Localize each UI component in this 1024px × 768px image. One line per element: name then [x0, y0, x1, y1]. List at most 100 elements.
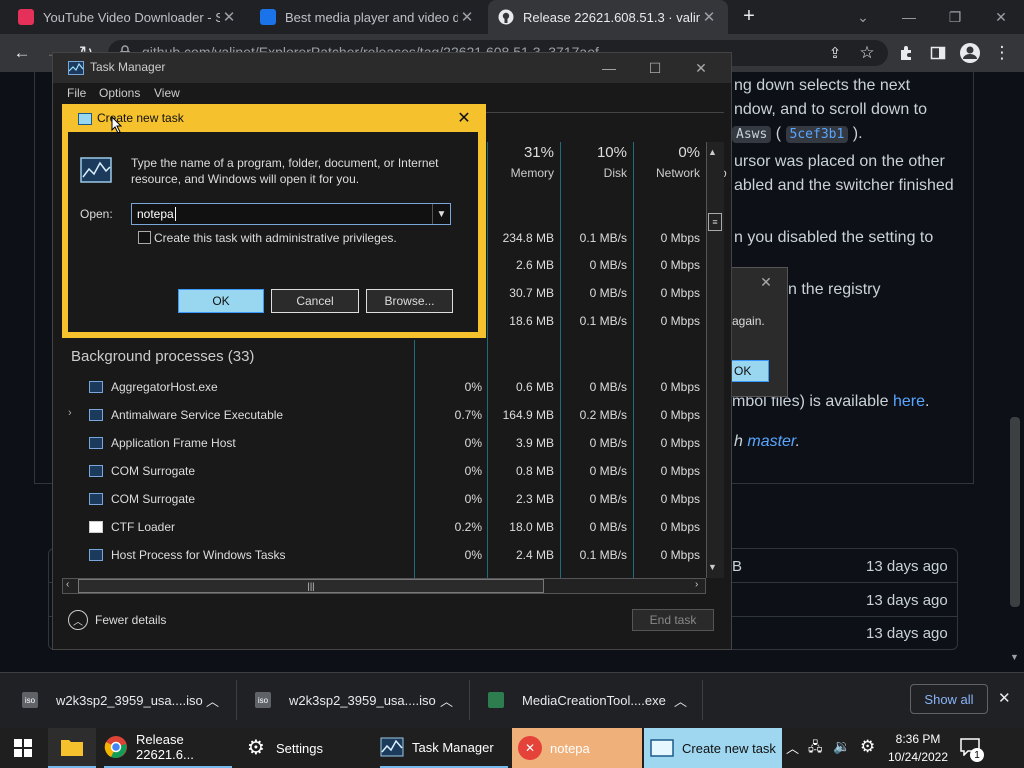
admin-privileges-label: Create this task with administrative pri… — [154, 231, 397, 245]
close-window-button[interactable]: ✕ — [978, 0, 1024, 34]
tab-search-chevron-icon[interactable]: ⌄ — [840, 0, 886, 34]
process-name[interactable]: COM Surrogate — [89, 464, 195, 478]
process-icon — [89, 437, 103, 449]
chrome-menu-icon[interactable]: ⋮ — [990, 41, 1014, 65]
tm-close-button[interactable]: ✕ — [678, 53, 724, 83]
browser-tab-youtube-downloader[interactable]: YouTube Video Downloader - SSY ✕ — [8, 0, 248, 34]
close-icon[interactable]: ✕ — [220, 8, 238, 26]
chevron-up-icon[interactable]: ︿ — [674, 691, 687, 710]
process-memory: 0.8 MB — [515, 464, 554, 478]
task-manager-taskbar-button[interactable]: Task Manager — [380, 728, 508, 768]
process-cpu: 0% — [464, 436, 482, 450]
new-tab-button[interactable]: + — [738, 5, 760, 29]
menu-options[interactable]: Options — [99, 86, 140, 100]
ok-button[interactable]: OK — [178, 289, 264, 313]
column-header-memory[interactable]: Memory — [490, 166, 554, 180]
commit-hash-link[interactable]: 5cef3b1 — [785, 126, 849, 143]
admin-privileges-checkbox[interactable] — [138, 231, 151, 244]
release-notes-line: ursor was placed on the other — [734, 153, 945, 170]
expand-chevron-icon[interactable]: › — [68, 407, 72, 419]
show-all-downloads-button[interactable]: Show all — [910, 684, 988, 714]
chevron-up-icon[interactable]: ︿ — [206, 691, 219, 710]
settings-gear-icon[interactable]: ⚙ — [860, 737, 875, 757]
network-icon[interactable]: 🖧 — [808, 738, 826, 756]
restore-button[interactable]: ❐ — [932, 0, 978, 34]
browser-tab-release[interactable]: Release 22621.608.51.3 · valinet/E ✕ — [488, 0, 728, 34]
download-item[interactable]: MediaCreationTool....exe ︿ — [488, 684, 698, 716]
process-disk: 0 MB/s — [589, 380, 627, 394]
process-name[interactable]: AggregatorHost.exe — [89, 380, 218, 394]
message-box-ok-button[interactable]: OK — [731, 360, 769, 382]
column-header-network[interactable]: Network — [636, 166, 700, 180]
clock-date[interactable]: 10/24/2022 — [884, 750, 952, 764]
column-header-disk[interactable]: Disk — [563, 166, 627, 180]
scroll-down-arrow-icon[interactable]: ▼ — [708, 562, 717, 572]
row-network: 0 Mbps — [660, 286, 700, 300]
process-name[interactable]: CTF Loader — [89, 520, 175, 534]
menu-file[interactable]: File — [67, 86, 86, 100]
minimize-button[interactable]: — — [886, 0, 932, 34]
chrome-taskbar-button[interactable]: Release 22621.6... — [104, 728, 232, 768]
share-icon[interactable]: ⇪ — [823, 41, 847, 65]
cancel-button[interactable]: Cancel — [271, 289, 359, 313]
close-shelf-icon[interactable]: ✕ — [998, 689, 1011, 707]
process-name[interactable]: Antimalware Service Executable — [89, 408, 283, 422]
tm-minimize-button[interactable]: — — [586, 53, 632, 83]
side-panel-icon[interactable] — [926, 41, 950, 65]
scroll-left-arrow-icon[interactable]: ‹ — [66, 579, 69, 590]
process-cpu: 0% — [464, 548, 482, 562]
scroll-up-arrow-icon[interactable]: ▲ — [708, 147, 717, 157]
windows-start-icon[interactable] — [14, 739, 32, 757]
menu-view[interactable]: View — [154, 86, 180, 100]
process-network: 0 Mbps — [660, 464, 700, 478]
release-notes-line: n you disabled the setting to — [734, 229, 934, 246]
file-explorer-taskbar-button[interactable] — [48, 728, 96, 768]
volume-icon[interactable]: 🔉 — [833, 738, 850, 755]
iso-file-icon: iso — [22, 692, 38, 708]
back-arrow-icon[interactable]: ← — [10, 41, 34, 65]
scroll-right-arrow-icon[interactable]: › — [695, 579, 698, 590]
profile-avatar-icon[interactable] — [958, 41, 982, 65]
background-processes-heading: Background processes (33) — [71, 348, 255, 365]
browser-tab-media-player[interactable]: Best media player and video dow ✕ — [250, 0, 486, 34]
code-span: Asws — [732, 126, 772, 143]
download-item[interactable]: iso w2k3sp2_3959_usa....iso ︿ — [22, 684, 232, 716]
horizontal-scroll-thumb[interactable]: ||| — [78, 579, 544, 593]
open-dropdown-chevron-icon[interactable]: ▼ — [432, 204, 450, 224]
vertical-scroll-thumb[interactable]: ≡ — [708, 213, 722, 231]
fewer-details-button[interactable]: ︿ Fewer details — [68, 610, 166, 630]
scroll-down-arrow-icon[interactable]: ▼ — [1010, 652, 1019, 662]
tm-maximize-button[interactable]: ☐ — [632, 53, 678, 83]
close-icon[interactable]: ✕ — [700, 8, 718, 26]
notification-count-badge: 1 — [970, 748, 984, 762]
chevron-up-icon[interactable]: ︿ — [440, 691, 453, 710]
close-icon[interactable]: ✕ — [458, 8, 476, 26]
here-link[interactable]: here — [893, 393, 925, 410]
asset-date: 13 days ago — [866, 558, 948, 575]
page-scrollbar[interactable] — [1010, 417, 1020, 607]
process-memory: 2.3 MB — [515, 492, 554, 506]
process-memory: 0.6 MB — [515, 380, 554, 394]
browse-button[interactable]: Browse... — [366, 289, 453, 313]
dialog-close-button[interactable]: ✕ — [449, 106, 479, 130]
show-hidden-icons-chevron-icon[interactable]: ︿ — [786, 738, 799, 757]
notepad-taskbar-button[interactable]: ✕ notepa — [512, 728, 642, 768]
end-task-button[interactable]: End task — [632, 609, 714, 631]
create-new-task-taskbar-button[interactable]: Create new task — [644, 728, 782, 768]
download-item[interactable]: iso w2k3sp2_3959_usa....iso ︿ — [255, 684, 465, 716]
settings-taskbar-button[interactable]: ⚙ Settings — [244, 728, 368, 768]
vertical-scrollbar[interactable] — [706, 142, 724, 578]
clock-time[interactable]: 8:36 PM — [884, 732, 952, 746]
message-box-close-icon[interactable]: ✕ — [752, 271, 780, 293]
ctf-loader-icon — [89, 521, 103, 533]
process-cpu: 0.7% — [454, 408, 482, 422]
process-name[interactable]: Application Frame Host — [89, 436, 236, 450]
master-link[interactable]: master — [747, 433, 795, 450]
extensions-puzzle-icon[interactable] — [894, 41, 918, 65]
process-name[interactable]: COM Surrogate — [89, 492, 195, 506]
open-combobox-input[interactable]: notepa — [131, 203, 451, 225]
process-network: 0 Mbps — [660, 520, 700, 534]
process-name[interactable]: Host Process for Windows Tasks — [89, 548, 286, 562]
process-icon — [89, 493, 103, 505]
bookmark-star-icon[interactable]: ☆ — [855, 41, 879, 65]
